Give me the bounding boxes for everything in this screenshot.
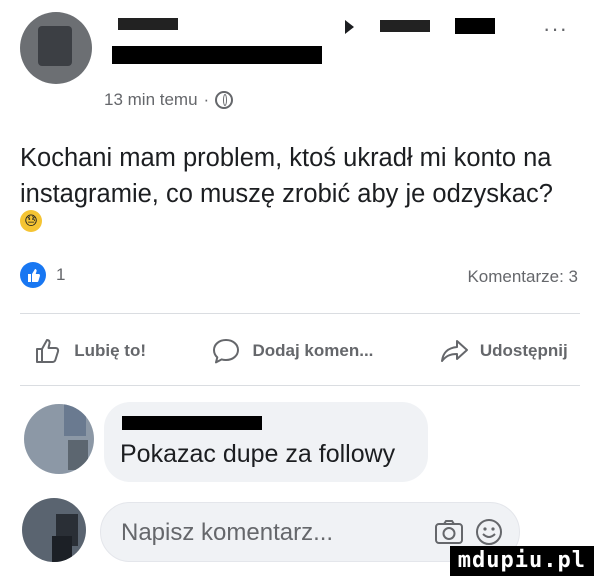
meta-separator: · bbox=[203, 90, 210, 109]
commenter-name[interactable] bbox=[122, 416, 262, 430]
more-options-icon[interactable]: ··· bbox=[543, 16, 568, 42]
reactions-summary[interactable]: 1 bbox=[20, 262, 65, 288]
to-arrow-icon bbox=[345, 20, 354, 34]
share-button[interactable]: Udostępnij bbox=[438, 335, 568, 367]
author-name-redacted-fragment bbox=[118, 18, 178, 30]
current-user-avatar bbox=[22, 498, 86, 562]
post-actions: Lubię to! Dodaj komen... Udostępnij bbox=[0, 335, 600, 367]
comment-button-label: Dodaj komen... bbox=[252, 341, 374, 360]
post-author-avatar[interactable] bbox=[20, 12, 92, 84]
comments-count[interactable]: Komentarze: 3 bbox=[467, 267, 578, 287]
comment-bubble-icon bbox=[213, 339, 240, 364]
camera-icon[interactable] bbox=[433, 516, 465, 548]
likes-count: 1 bbox=[56, 265, 66, 284]
comment-button[interactable]: Dodaj komen... bbox=[210, 335, 373, 367]
like-button-label: Lubię to! bbox=[74, 341, 146, 360]
sweat-emoji-icon: 😓 bbox=[20, 210, 42, 232]
like-reaction-icon bbox=[20, 262, 46, 288]
thumbs-up-icon bbox=[36, 339, 60, 363]
divider bbox=[20, 313, 580, 314]
comment-text: Pokazac dupe za followy bbox=[120, 440, 396, 468]
emoji-smile-icon[interactable] bbox=[473, 516, 505, 548]
share-button-label: Udostępnij bbox=[479, 341, 568, 360]
globe-icon bbox=[215, 91, 234, 109]
divider bbox=[20, 385, 580, 386]
post-time[interactable]: 13 min temu bbox=[104, 90, 198, 110]
post-meta: 13 min temu · bbox=[104, 90, 234, 110]
group-name-redacted-fragment bbox=[455, 18, 495, 34]
comment-input[interactable] bbox=[119, 515, 443, 551]
group-name-redacted-fragment bbox=[380, 20, 430, 32]
post-text: Kochani mam problem, ktoś ukradł mi kont… bbox=[20, 144, 553, 208]
watermark-logo: mdupiu.pl bbox=[449, 546, 594, 576]
post-author-name[interactable] bbox=[112, 46, 322, 64]
commenter-avatar[interactable] bbox=[24, 404, 94, 474]
like-button[interactable]: Lubię to! bbox=[32, 335, 146, 367]
share-arrow-icon bbox=[440, 340, 468, 362]
